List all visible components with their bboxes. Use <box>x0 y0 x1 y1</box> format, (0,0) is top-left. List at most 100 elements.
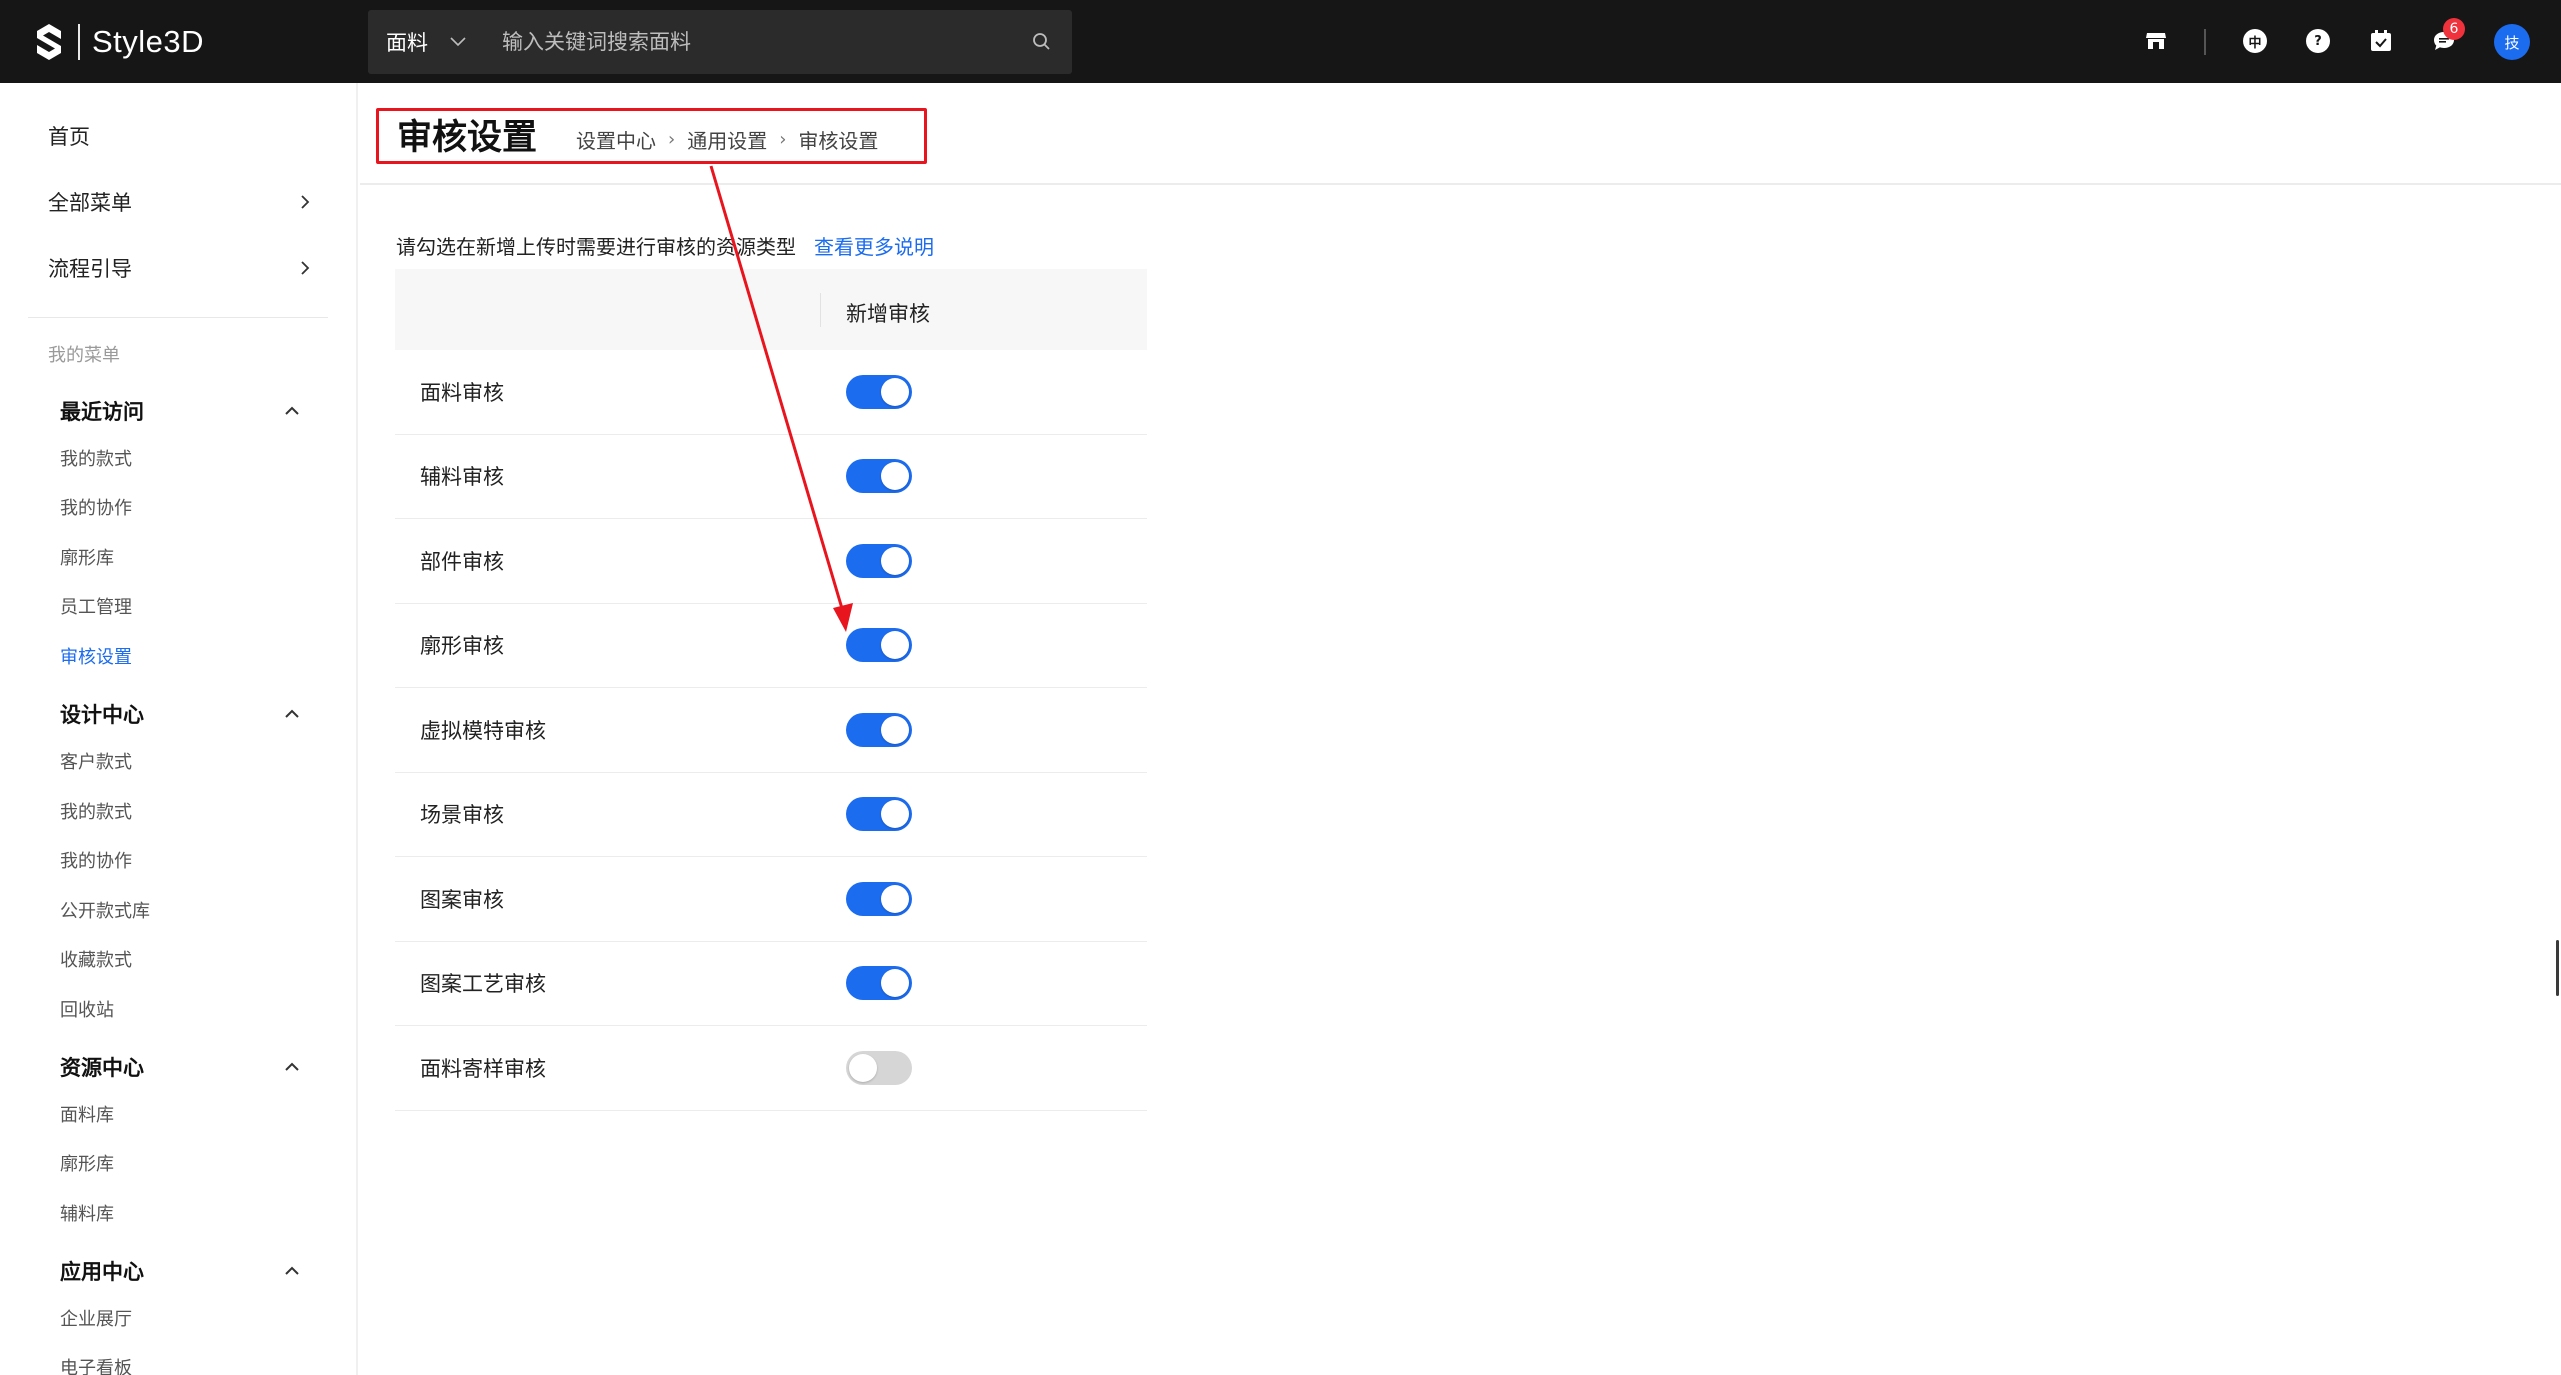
table-header: 新增审核 <box>395 269 1147 350</box>
table-row: 廓形审核 <box>395 604 1147 688</box>
style3d-logo-icon <box>37 24 61 60</box>
review-toggle[interactable] <box>846 374 912 409</box>
sidebar-group-title: 最近访问 <box>60 400 144 424</box>
my-menu-caption: 我的菜单 <box>48 345 120 366</box>
chevron-up-icon <box>285 406 299 415</box>
breadcrumb-item-settings-center[interactable]: 设置中心 <box>576 125 656 154</box>
page-title: 审核设置 <box>397 118 538 158</box>
breadcrumb-item-general-settings[interactable]: 通用设置 <box>687 125 767 154</box>
review-toggle[interactable] <box>846 459 912 494</box>
breadcrumb-separator-icon: › <box>668 129 676 150</box>
chevron-up-icon <box>285 1266 299 1275</box>
toggle-knob <box>881 631 909 660</box>
help-icon[interactable]: ? <box>2305 28 2331 54</box>
review-settings-table: 新增审核 面料审核 辅料审核 部件审核 廓形审核 虚拟模特审核 场景审核 图案审核 图案工艺审… <box>395 269 1147 1111</box>
sidebar-item-staff-management[interactable]: 员工管理 <box>60 593 132 619</box>
toggle-knob <box>881 800 909 829</box>
review-type-label: 场景审核 <box>420 803 504 828</box>
page-header: 审核设置 设置中心 › 通用设置 › 审核设置 <box>360 83 2561 185</box>
review-toggle[interactable] <box>846 881 912 916</box>
toolbar-divider <box>2204 29 2206 55</box>
sidebar-item-client-styles[interactable]: 客户款式 <box>60 748 132 774</box>
intro-text: 请勾选在新增上传时需要进行审核的资源类型 <box>396 235 796 259</box>
review-toggle[interactable] <box>846 543 912 578</box>
toggle-knob <box>881 715 909 744</box>
sidebar-item-fabric-library[interactable]: 面料库 <box>60 1101 114 1127</box>
breadcrumb-separator-icon: › <box>779 129 787 150</box>
sidebar-item-public-style-library[interactable]: 公开款式库 <box>60 897 150 923</box>
user-avatar[interactable]: 技 <box>2494 24 2530 60</box>
sidebar-item-home[interactable]: 首页 <box>48 121 310 151</box>
table-body: 面料审核 辅料审核 部件审核 廓形审核 虚拟模特审核 场景审核 图案审核 图案工艺审核 面料寄样… <box>395 350 1147 1111</box>
logo-divider <box>78 24 80 60</box>
sidebar-item-e-board[interactable]: 电子看板 <box>60 1354 132 1375</box>
review-type-label: 面料寄样审核 <box>420 1056 546 1081</box>
sidebar-divider <box>28 317 328 318</box>
review-type-label: 部件审核 <box>420 549 504 574</box>
sidebar-group-recent[interactable]: 最近访问 <box>60 396 300 426</box>
review-type-label: 图案工艺审核 <box>420 972 546 997</box>
toggle-knob <box>881 969 909 998</box>
sidebar-item-my-collaboration[interactable]: 我的协作 <box>60 494 132 520</box>
sidebar-item-process-guide[interactable]: 流程引导 <box>48 253 310 283</box>
search-icon[interactable] <box>1012 10 1072 74</box>
toggle-knob <box>881 377 909 406</box>
table-row: 面料寄样审核 <box>395 1026 1147 1111</box>
intro-text-line: 请勾选在新增上传时需要进行审核的资源类型 查看更多说明 <box>396 231 934 260</box>
sidebar-item-recycle-bin[interactable]: 回收站 <box>60 996 114 1022</box>
chevron-up-icon <box>285 1062 299 1071</box>
sidebar-item-my-styles[interactable]: 我的款式 <box>60 445 132 471</box>
toggle-knob <box>881 884 909 913</box>
toggle-knob <box>881 546 909 575</box>
search-category-select[interactable]: 面料 <box>368 10 486 74</box>
top-bar: Style3D 面料 中 ? <box>0 0 2561 83</box>
store-icon[interactable] <box>2143 28 2169 54</box>
review-type-label: 虚拟模特审核 <box>420 718 546 743</box>
breadcrumb-item-review-settings: 审核设置 <box>798 129 879 153</box>
table-row: 辅料审核 <box>395 435 1147 519</box>
message-count-badge: 6 <box>2443 18 2465 40</box>
sidebar-item-label: 全部菜单 <box>48 191 132 215</box>
scrollbar-thumb[interactable] <box>2556 940 2559 996</box>
chevron-right-icon <box>301 261 310 275</box>
sidebar-item-my-styles[interactable]: 我的款式 <box>60 798 132 824</box>
sidebar-group-design-center[interactable]: 设计中心 <box>60 699 300 729</box>
breadcrumb: 设置中心 › 通用设置 › 审核设置 <box>576 125 878 154</box>
sidebar-group-app-center[interactable]: 应用中心 <box>60 1256 300 1286</box>
calendar-check-icon[interactable] <box>2368 28 2394 54</box>
chevron-up-icon <box>285 709 299 718</box>
review-toggle[interactable] <box>846 628 912 663</box>
brand-name: Style3D <box>92 24 205 59</box>
sidebar-item-silhouette-library[interactable]: 廓形库 <box>60 544 114 570</box>
sidebar-group-title: 应用中心 <box>60 1260 144 1284</box>
sidebar-item-all-menus[interactable]: 全部菜单 <box>48 187 310 217</box>
brand-logo[interactable]: Style3D <box>34 20 204 64</box>
search-input[interactable] <box>486 10 1012 74</box>
review-toggle[interactable] <box>846 966 912 1001</box>
sidebar-group-title: 资源中心 <box>60 1056 144 1080</box>
review-toggle[interactable] <box>846 1050 912 1085</box>
toggle-knob <box>881 462 909 491</box>
review-type-label: 辅料审核 <box>420 465 504 490</box>
table-row: 虚拟模特审核 <box>395 688 1147 773</box>
sidebar-group-resource-center[interactable]: 资源中心 <box>60 1052 300 1082</box>
review-toggle[interactable] <box>846 797 912 832</box>
sidebar-item-favorite-styles[interactable]: 收藏款式 <box>60 946 132 972</box>
review-toggle[interactable] <box>846 712 912 747</box>
table-row: 场景审核 <box>395 773 1147 857</box>
table-row: 图案工艺审核 <box>395 942 1147 1026</box>
column-divider <box>820 293 821 327</box>
review-type-label: 图案审核 <box>420 887 504 912</box>
sidebar-item-label: 首页 <box>48 125 90 149</box>
language-icon[interactable]: 中 <box>2242 28 2268 54</box>
sidebar-group-title: 设计中心 <box>60 703 144 727</box>
more-info-link[interactable]: 查看更多说明 <box>814 231 934 260</box>
review-type-label: 廓形审核 <box>420 634 504 659</box>
sidebar-item-trims-library[interactable]: 辅料库 <box>60 1200 114 1226</box>
table-row: 图案审核 <box>395 857 1147 942</box>
sidebar-item-my-collaboration[interactable]: 我的协作 <box>60 847 132 873</box>
chevron-right-icon <box>301 195 310 209</box>
sidebar-item-silhouette-library[interactable]: 廓形库 <box>60 1150 114 1176</box>
sidebar-item-enterprise-showroom[interactable]: 企业展厅 <box>60 1305 132 1331</box>
sidebar-item-review-settings[interactable]: 审核设置 <box>60 643 132 669</box>
